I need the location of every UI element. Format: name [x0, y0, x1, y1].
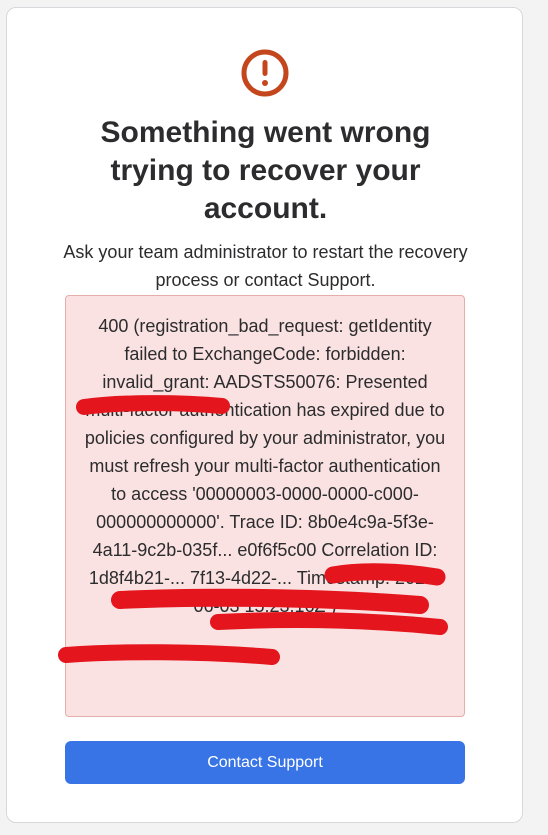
error-details-box: 400 (registration_bad_request: getIdenti…: [65, 295, 465, 717]
error-message: Ask your team administrator to restart t…: [63, 242, 468, 290]
error-card: Something went wrong trying to recover y…: [6, 7, 523, 823]
error-details-text: 400 (registration_bad_request: getIdenti…: [84, 316, 451, 616]
alert-circle-icon: [240, 48, 290, 98]
error-title: Something went wrong trying to recover y…: [100, 116, 431, 225]
contact-support-button[interactable]: Contact Support: [65, 741, 465, 784]
